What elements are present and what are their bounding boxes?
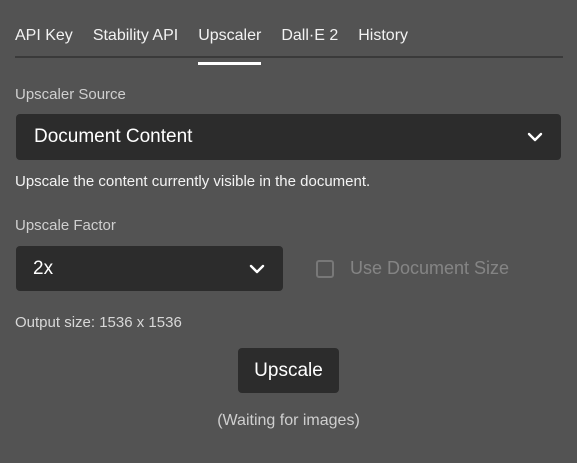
upscaler-source-description: Upscale the content currently visible in… bbox=[15, 173, 371, 190]
upscaler-source-label: Upscaler Source bbox=[15, 86, 126, 103]
upscale-factor-label: Upscale Factor bbox=[15, 217, 116, 234]
upscaler-source-value: Document Content bbox=[34, 126, 193, 147]
output-size-text: Output size: 1536 x 1536 bbox=[15, 314, 182, 331]
chevron-down-icon bbox=[527, 132, 543, 142]
use-document-size-option: Use Document Size bbox=[316, 258, 509, 279]
tab-stability-api[interactable]: Stability API bbox=[93, 25, 198, 56]
upscaler-source-dropdown[interactable]: Document Content bbox=[16, 114, 561, 160]
chevron-down-icon bbox=[249, 264, 265, 273]
use-document-size-checkbox[interactable] bbox=[316, 259, 334, 278]
upscaler-panel: API Key Stability API Upscaler Dall·E 2 … bbox=[0, 0, 577, 463]
tab-bar: API Key Stability API Upscaler Dall·E 2 … bbox=[15, 25, 563, 65]
upscale-factor-value: 2x bbox=[33, 257, 54, 279]
tab-dall-e-2[interactable]: Dall·E 2 bbox=[281, 25, 358, 56]
tab-upscaler[interactable]: Upscaler bbox=[198, 25, 281, 65]
status-text: (Waiting for images) bbox=[217, 412, 360, 429]
tab-api-key[interactable]: API Key bbox=[15, 25, 93, 56]
upscale-factor-dropdown[interactable]: 2x bbox=[16, 246, 283, 291]
upscale-button[interactable]: Upscale bbox=[238, 348, 339, 393]
use-document-size-label: Use Document Size bbox=[350, 258, 510, 278]
tab-history[interactable]: History bbox=[358, 25, 428, 56]
